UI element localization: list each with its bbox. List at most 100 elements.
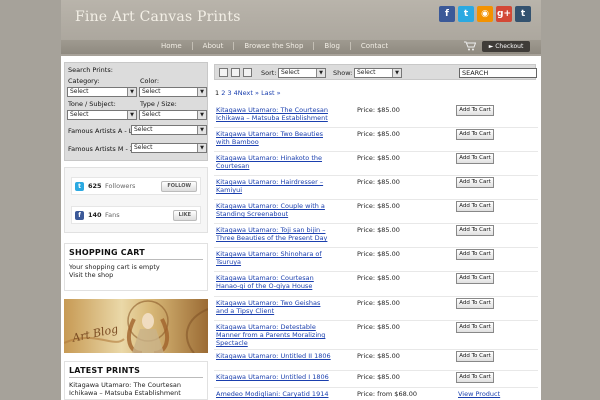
add-to-cart-button[interactable]: Add To Cart [456, 298, 494, 309]
nav-item-browse-the-shop[interactable]: Browse the Shop [234, 42, 315, 50]
listing-toolbar: Sort: Select ▼ Show: Select ▼ SEARCH [214, 64, 537, 80]
product-row: Kitagawa Utamaro: Shinohara of Tsuruya Pr… [214, 248, 538, 272]
detail-view-icon[interactable] [243, 68, 252, 77]
cart-icon[interactable] [464, 41, 476, 51]
add-to-cart-button[interactable]: Add To Cart [456, 129, 494, 140]
artists-mz-label: Famous Artists M - Z [68, 145, 135, 153]
art-nouveau-figure-icon [64, 300, 208, 353]
twitter-count-row: t 625 Followers FOLLOW [71, 177, 201, 195]
add-to-cart-button[interactable]: Add To Cart [456, 322, 494, 333]
product-row: Kitagawa Utamaro: Hinakoto the Courtesan… [214, 152, 538, 176]
search-heading: Search Prints: [68, 66, 113, 74]
product-title-link[interactable]: Kitagawa Utamaro: The Courtesan Ichikawa… [216, 106, 334, 122]
page-2-link[interactable]: 2 [221, 89, 225, 97]
product-price: Price: $85.00 [357, 130, 400, 138]
product-price: Price: $85.00 [357, 274, 400, 282]
tumblr-icon[interactable]: t [515, 6, 531, 22]
checkout-button[interactable]: ► Checkout [482, 41, 530, 52]
add-to-cart-button[interactable]: Add To Cart [456, 177, 494, 188]
social-counts-widget: t 625 Followers FOLLOW f 140 Fans LIKE [64, 167, 208, 233]
add-to-cart-button[interactable]: Add To Cart [456, 225, 494, 236]
nav-item-about[interactable]: About [193, 42, 235, 50]
view-product-link[interactable]: View Product [458, 390, 500, 398]
grid-view-icon[interactable] [231, 68, 240, 77]
product-title-link[interactable]: Kitagawa Utamaro: Untitled I 1806 [216, 373, 334, 381]
visit-shop-link[interactable]: Visit the shop [69, 271, 203, 279]
product-title-link[interactable]: Kitagawa Utamaro: Two Beauties with Bamb… [216, 130, 334, 146]
add-to-cart-button[interactable]: Add To Cart [456, 105, 494, 116]
page-3-link[interactable]: 3 [227, 89, 231, 97]
product-price: Price: $85.00 [357, 323, 400, 331]
facebook-label: Fans [105, 211, 120, 219]
add-to-cart-button[interactable]: Add To Cart [456, 201, 494, 212]
product-title-link[interactable]: Kitagawa Utamaro: Hairdresser – Kamiyui [216, 178, 334, 194]
product-title-link[interactable]: Kitagawa Utamaro: Toji san bijin – Three… [216, 226, 334, 242]
add-to-cart-button[interactable]: Add To Cart [456, 351, 494, 362]
show-label: Show: [333, 69, 353, 77]
add-to-cart-button[interactable]: Add To Cart [456, 273, 494, 284]
product-price: Price: $85.00 [357, 202, 400, 210]
product-row: Kitagawa Utamaro: Two Beauties with Bamb… [214, 128, 538, 152]
add-to-cart-button[interactable]: Add To Cart [456, 249, 494, 260]
twitter-count: 625 [88, 182, 102, 190]
latest-heading: LATEST PRINTS [69, 366, 203, 378]
search-input[interactable]: SEARCH [459, 68, 537, 78]
rss-icon[interactable]: ◉ [477, 6, 493, 22]
sort-select[interactable]: Select ▼ [278, 68, 326, 78]
product-row: Kitagawa Utamaro: Untitled I 1806 Price: … [214, 371, 538, 388]
follow-button[interactable]: FOLLOW [161, 181, 197, 192]
googleplus-icon[interactable]: g+ [496, 6, 512, 22]
art-blog-banner[interactable]: Art Blog [64, 299, 208, 353]
product-price: Price: $85.00 [357, 373, 400, 381]
artists-al-label: Famous Artists A - L [68, 127, 133, 135]
type-select[interactable]: Select ▼ [139, 110, 207, 120]
product-title-link[interactable]: Kitagawa Utamaro: Courtesan Hanao-gi of … [216, 274, 334, 290]
product-price: Price: $85.00 [357, 106, 400, 114]
product-title-link[interactable]: Kitagawa Utamaro: Shinohara of Tsuruya [216, 250, 334, 266]
page-content: Search Prints: Category: Color: Select ▼ … [61, 56, 541, 400]
facebook-icon[interactable]: f [439, 6, 455, 22]
product-title-link[interactable]: Kitagawa Utamaro: Detestable Manner from… [216, 323, 334, 347]
category-select[interactable]: Select ▼ [67, 87, 137, 97]
add-to-cart-button[interactable]: Add To Cart [456, 153, 494, 164]
product-title-link[interactable]: Kitagawa Utamaro: Untitled II 1806 [216, 352, 334, 360]
product-title-link[interactable]: Kitagawa Utamaro: Two Geishas and a Tips… [216, 299, 334, 315]
pagination: 1 2 3 4Next » Last » [215, 89, 281, 97]
nav-item-contact[interactable]: Contact [351, 42, 398, 50]
nav-item-home[interactable]: Home [151, 42, 193, 50]
cart-heading: SHOPPING CART [69, 248, 203, 260]
color-select[interactable]: Select ▼ [139, 87, 207, 97]
search-prints-panel: Search Prints: Category: Color: Select ▼ … [64, 62, 208, 161]
facebook-count: 140 [88, 211, 102, 219]
shopping-cart-widget: SHOPPING CART Your shopping cart is empt… [64, 243, 208, 291]
product-price: Price: $85.00 [357, 299, 400, 307]
list-view-icon[interactable] [219, 68, 228, 77]
twitter-icon[interactable]: t [458, 6, 474, 22]
main-nav: Home About Browse the Shop Blog Contact ► Ch… [61, 40, 541, 54]
product-row: Kitagawa Utamaro: Hairdresser – Kamiyui P… [214, 176, 538, 200]
show-select[interactable]: Select ▼ [354, 68, 402, 78]
product-title-link[interactable]: Kitagawa Utamaro: Couple with a Standing… [216, 202, 334, 218]
next-page-link[interactable]: Next » [238, 89, 259, 97]
product-row: Kitagawa Utamaro: Couple with a Standing… [214, 200, 538, 224]
artists-al-select[interactable]: Select ▼ [131, 125, 207, 135]
facebook-icon: f [75, 211, 84, 220]
product-row: Amedeo Modigliani: Caryatid 1914 Price: f… [214, 388, 538, 400]
twitter-label: Followers [105, 182, 136, 190]
sidebar: Search Prints: Category: Color: Select ▼ … [64, 62, 208, 161]
latest-print-link[interactable]: Kitagawa Utamaro: The Courtesan Ichikawa… [69, 381, 203, 397]
product-row: Kitagawa Utamaro: Detestable Manner from… [214, 321, 538, 350]
like-button[interactable]: LIKE [172, 210, 197, 221]
product-title-link[interactable]: Amedeo Modigliani: Caryatid 1914 [216, 390, 334, 398]
product-row: Kitagawa Utamaro: Toji san bijin – Three… [214, 224, 538, 248]
product-row: Kitagawa Utamaro: Two Geishas and a Tips… [214, 297, 538, 321]
nav-item-blog[interactable]: Blog [314, 42, 351, 50]
product-row: Kitagawa Utamaro: The Courtesan Ichikawa… [214, 104, 538, 128]
add-to-cart-button[interactable]: Add To Cart [456, 372, 494, 383]
artists-mz-select[interactable]: Select ▼ [131, 143, 207, 153]
social-links: f t ◉ g+ t [439, 6, 531, 22]
site-title[interactable]: Fine Art Canvas Prints [75, 9, 241, 25]
tone-select[interactable]: Select ▼ [67, 110, 137, 120]
product-title-link[interactable]: Kitagawa Utamaro: Hinakoto the Courtesan [216, 154, 334, 170]
last-page-link[interactable]: Last » [261, 89, 281, 97]
